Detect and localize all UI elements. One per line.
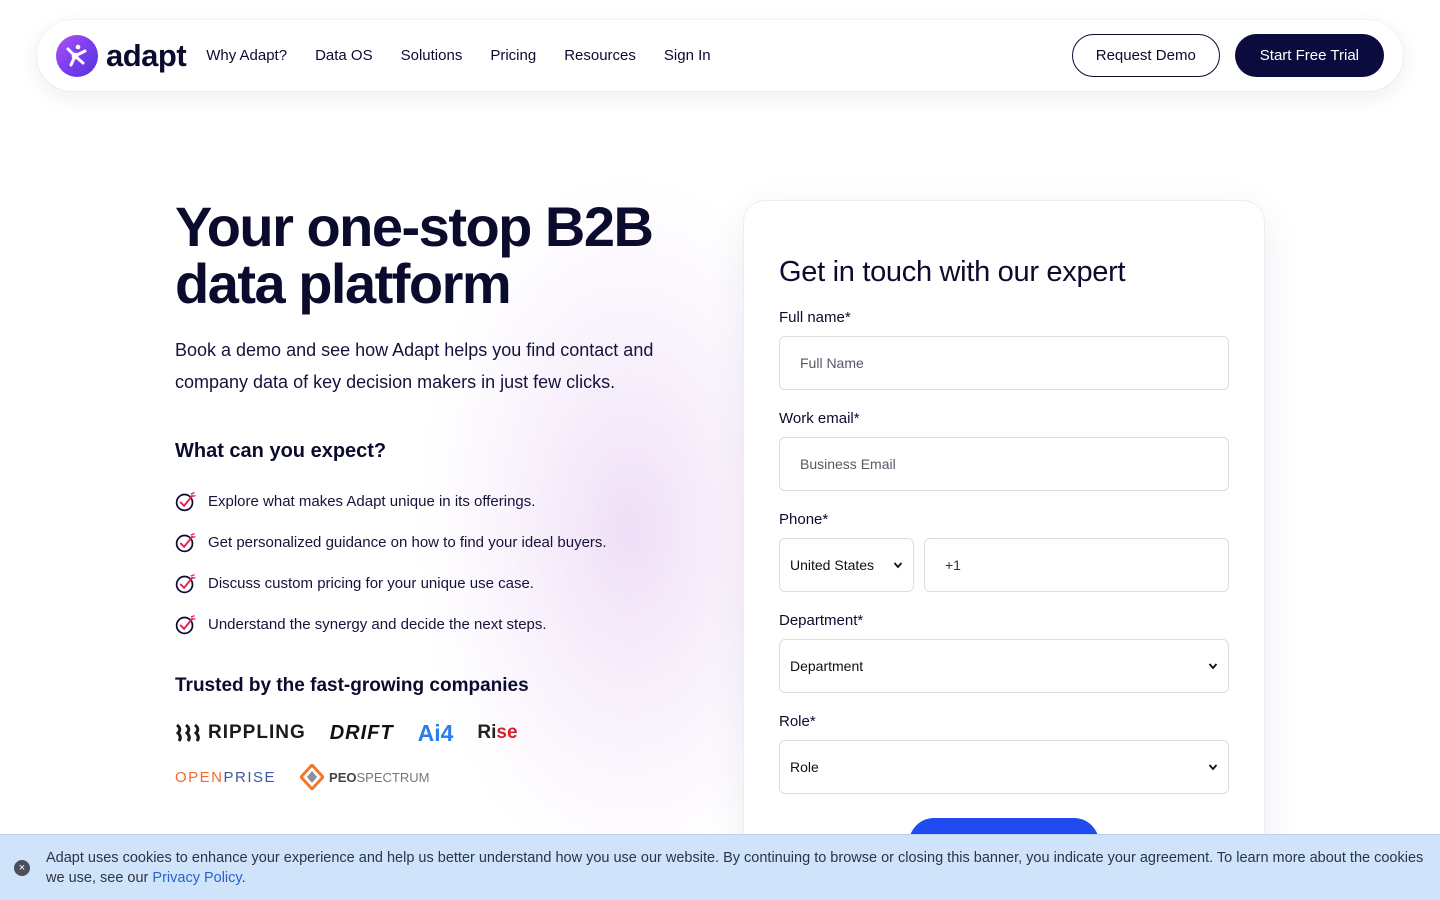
peospectrum-logo: PEOSPECTRUM <box>300 764 429 790</box>
rise-text: Rise <box>477 722 517 744</box>
nav-link-sign-in[interactable]: Sign In <box>664 47 711 64</box>
phone-number-input[interactable]: +1 <box>924 538 1229 592</box>
peospectrum-text-spectrum: SPECTRUM <box>356 769 430 785</box>
expect-item-text: Get personalized guidance on how to find… <box>208 534 607 551</box>
country-select-value: United States <box>790 557 875 573</box>
adapt-logo[interactable]: adapt <box>56 34 187 77</box>
ai4-text: Ai4 <box>417 719 454 746</box>
rise-logo: Rise <box>477 722 517 744</box>
hero-title-line-1: Your one-stop B2B <box>175 195 654 258</box>
nav-link-solutions[interactable]: Solutions <box>401 47 463 64</box>
trusted-heading: Trusted by the fast-growing companies <box>175 675 529 696</box>
country-select[interactable]: United States <box>779 538 914 592</box>
department-select[interactable]: Department <box>779 639 1229 693</box>
nav-link-resources[interactable]: Resources <box>564 47 636 64</box>
request-demo-button[interactable]: Request Demo <box>1071 34 1220 77</box>
role-select[interactable]: Role <box>779 740 1229 794</box>
full-name-placeholder: Full Name <box>800 355 864 371</box>
work-email-label: Work email* <box>779 410 860 427</box>
company-logos-row-1: RIPPLING DRIFT Ai4 Rise <box>175 719 695 747</box>
list-item: Get personalized guidance on how to find… <box>175 522 695 563</box>
work-email-placeholder: Business Email <box>800 456 896 472</box>
openprise-text-prise: PRISE <box>223 768 277 786</box>
department-select-value: Department <box>790 658 864 674</box>
list-item: Explore what makes Adapt unique in its o… <box>175 481 695 522</box>
contact-form-card: Get in touch with our expert Full name* … <box>743 200 1265 900</box>
department-label: Department* <box>779 612 864 629</box>
drift-logo: DRIFT <box>330 722 394 745</box>
cookie-period: . <box>241 869 246 886</box>
nav-link-why-adapt[interactable]: Why Adapt? <box>206 47 287 64</box>
work-email-input[interactable]: Business Email <box>779 437 1229 491</box>
nav-link-pricing[interactable]: Pricing <box>490 47 536 64</box>
expect-heading: What can you expect? <box>175 440 387 462</box>
full-name-label: Full name* <box>779 309 851 326</box>
close-icon[interactable]: × <box>14 859 30 876</box>
rise-text-se: se <box>496 722 518 743</box>
phone-label: Phone* <box>779 511 829 528</box>
top-navbar: adapt Why Adapt? Data OS Solutions Prici… <box>37 20 1403 91</box>
company-logos-row-2: OPENPRISE PEOSPECTRUM <box>175 763 695 791</box>
openprise-text-open: OPEN <box>175 768 224 786</box>
peospectrum-text-peo: PEO <box>329 769 357 785</box>
cookie-banner: × Adapt uses cookies to enhance your exp… <box>0 834 1440 900</box>
rippling-logo: RIPPLING <box>175 722 306 744</box>
openprise-text: OPENPRISE <box>175 769 276 786</box>
nav-link-data-os[interactable]: Data OS <box>315 47 373 64</box>
nav-links: Why Adapt? Data OS Solutions Pricing Res… <box>206 47 710 64</box>
target-check-icon <box>175 574 196 594</box>
ai4-logo: Ai4 <box>418 720 454 747</box>
openprise-logo: OPENPRISE <box>175 769 276 786</box>
expect-list: Explore what makes Adapt unique in its o… <box>175 481 695 645</box>
list-item: Understand the synergy and decide the ne… <box>175 604 695 645</box>
hero-subtitle: Book a demo and see how Adapt helps you … <box>175 340 654 392</box>
cookie-text: Adapt uses cookies to enhance your exper… <box>46 848 1426 888</box>
privacy-policy-link[interactable]: Privacy Policy <box>152 870 241 886</box>
form-title: Get in touch with our expert <box>779 256 1126 288</box>
target-check-icon <box>175 615 196 635</box>
hero-title-line-2: data platform <box>175 252 512 315</box>
chevron-down-icon <box>1208 764 1218 771</box>
cookie-message: Adapt uses cookies to enhance your exper… <box>46 849 1424 886</box>
role-select-value: Role <box>790 759 819 775</box>
chevron-down-icon <box>893 562 903 569</box>
expect-item-text: Explore what makes Adapt unique in its o… <box>208 493 536 510</box>
phone-number-value: +1 <box>945 557 961 573</box>
peospectrum-text: PEOSPECTRUM <box>329 770 429 785</box>
rise-text-ri: Ri <box>477 722 497 743</box>
target-check-icon <box>175 533 196 553</box>
role-label: Role* <box>779 713 816 730</box>
start-free-trial-button[interactable]: Start Free Trial <box>1234 34 1384 77</box>
expect-item-text: Understand the synergy and decide the ne… <box>208 616 547 633</box>
phone-row: United States +1 <box>779 528 1229 592</box>
rippling-mark-icon <box>175 723 200 742</box>
full-name-input[interactable]: Full Name <box>779 336 1229 390</box>
peospectrum-diamond-icon <box>300 764 325 790</box>
nav-actions: Request Demo Start Free Trial <box>1071 34 1384 77</box>
drift-text: DRIFT <box>329 721 394 744</box>
logo-wordmark: adapt <box>106 37 187 73</box>
target-check-icon <box>175 492 196 512</box>
adapt-logo-icon <box>56 34 98 77</box>
rippling-text: RIPPLING <box>208 722 306 743</box>
expect-item-text: Discuss custom pricing for your unique u… <box>208 575 534 592</box>
hero-section: Your one-stop B2B data platform Book a d… <box>175 198 695 791</box>
chevron-down-icon <box>1208 663 1218 670</box>
list-item: Discuss custom pricing for your unique u… <box>175 563 695 604</box>
hero-title: Your one-stop B2B data platform <box>175 198 695 312</box>
